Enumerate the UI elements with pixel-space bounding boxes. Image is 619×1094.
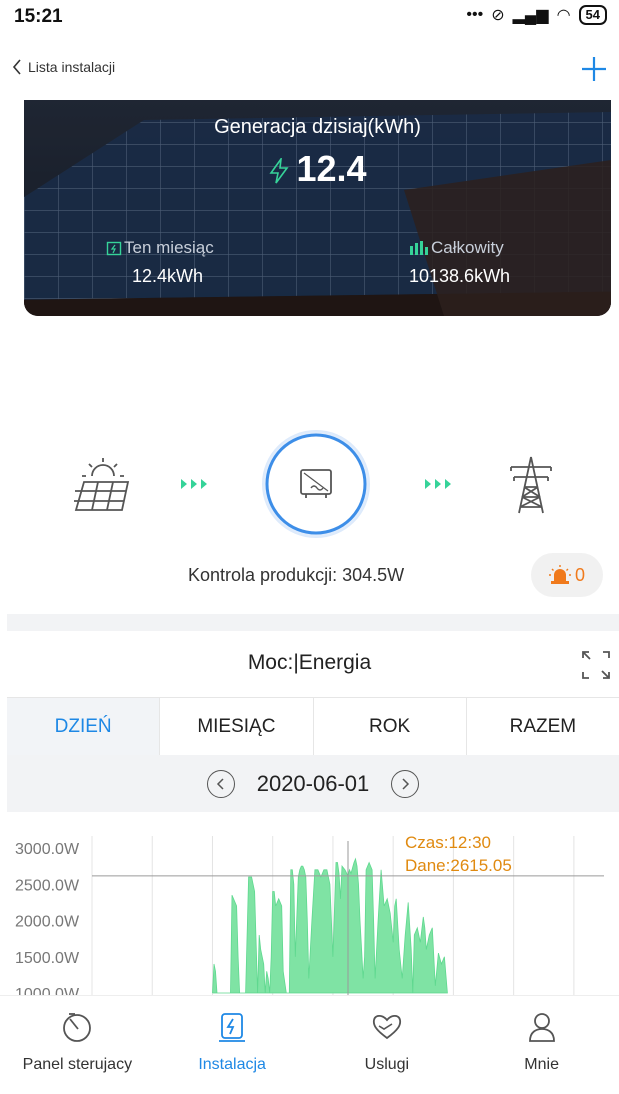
mute-icon: ⊘ [491, 7, 505, 24]
generation-value-row: 12.4 [24, 148, 611, 190]
tooltip-time: Czas:12:30 [405, 833, 491, 852]
chevron-left-icon [12, 59, 21, 75]
tab-month[interactable]: MIESIĄC [160, 698, 314, 756]
battery-icon: 54 [578, 5, 607, 25]
alarm-count: 0 [574, 564, 585, 585]
hero-card: Generacja dzisiaj(kWh) 12.4 Ten miesiąc … [24, 100, 611, 316]
tab-total[interactable]: RAZEM [466, 698, 619, 756]
generation-value: 12.4 [296, 148, 367, 189]
inverter-button[interactable] [256, 428, 376, 548]
next-date-button[interactable] [391, 769, 420, 798]
production-value: 304.5W [342, 565, 405, 585]
tooltip-value: Dane:2615.05 [405, 856, 512, 875]
current-date: 2020-06-01 [256, 770, 370, 796]
y-tick-label: 1500.0W [15, 950, 80, 967]
power-area-series [212, 857, 448, 994]
tab-day[interactable]: DZIEŃ [7, 698, 161, 756]
nav-installation-label: Instalacja [198, 1056, 266, 1073]
nav-me[interactable]: Mnie [464, 996, 619, 1094]
chart-title: Moc:|Energia [247, 651, 372, 674]
heart-hand-icon [372, 1014, 401, 1040]
section-divider [7, 614, 619, 631]
lightning-icon [269, 156, 290, 184]
more-icon: ••• [466, 6, 484, 23]
gauge-icon [63, 1013, 92, 1042]
previous-date-button[interactable] [206, 769, 235, 798]
alarm-icon [548, 565, 571, 584]
y-tick-label: 2500.0W [15, 877, 80, 894]
power-grid-icon [510, 456, 552, 514]
flow-arrows-right-icon [425, 479, 451, 489]
status-icons: ••• ⊘ ▂▄▆ ◠ 54 [466, 5, 607, 25]
month-value: 12.4kWh [132, 266, 204, 286]
y-tick-label: 3000.0W [15, 841, 80, 858]
nav-services-label: Uslugi [364, 1056, 410, 1073]
bottom-navigation: Panel sterujacy Instalacja Uslugi Mnie [0, 995, 619, 1094]
chevron-right-icon [402, 777, 410, 790]
status-time: 15:21 [14, 6, 63, 27]
period-tabs: DZIEŃ MIESIĄC ROK RAZEM [7, 697, 619, 756]
fullscreen-icon[interactable] [580, 649, 612, 681]
solar-panel-icon [74, 458, 130, 511]
nav-services[interactable]: Uslugi [310, 996, 465, 1094]
total-value: 10138.6kWh [409, 266, 511, 286]
signal-icon: ▂▄▆ [512, 7, 549, 24]
generation-title: Generacja dzisiaj(kWh) [214, 116, 421, 138]
nav-me-label: Mnie [524, 1056, 559, 1073]
total-label-row: Całkowity [409, 238, 504, 258]
month-label-row: Ten miesiąc [106, 238, 214, 258]
total-label: Całkowity [431, 238, 504, 257]
month-label: Ten miesiąc [124, 238, 214, 257]
y-tick-label: 2000.0W [15, 914, 80, 931]
alarm-button[interactable]: 0 [531, 553, 603, 597]
production-label: Kontrola produkcji: [188, 565, 338, 585]
user-icon [528, 1013, 555, 1042]
nav-installation[interactable]: Instalacja [155, 996, 310, 1094]
tab-year[interactable]: ROK [313, 698, 467, 756]
bar-chart-icon [410, 241, 428, 255]
back-button[interactable]: Lista instalacji [12, 58, 115, 76]
chevron-left-icon [216, 777, 224, 790]
nav-dashboard-label: Panel sterujacy [22, 1056, 133, 1073]
wifi-icon: ◠ [556, 7, 571, 24]
production-status: Kontrola produkcji: 304.5W [188, 565, 404, 586]
flow-arrows-left-icon [181, 479, 207, 489]
date-selector: 2020-06-01 [7, 755, 619, 812]
installation-icon [219, 1013, 246, 1042]
power-chart[interactable]: 3000.0W2500.0W2000.0W1500.0W1000.0W Czas… [0, 826, 619, 996]
calendar-icon [106, 241, 122, 256]
back-label: Lista instalacji [28, 59, 116, 75]
add-icon[interactable] [579, 54, 609, 84]
nav-dashboard[interactable]: Panel sterujacy [0, 996, 155, 1094]
